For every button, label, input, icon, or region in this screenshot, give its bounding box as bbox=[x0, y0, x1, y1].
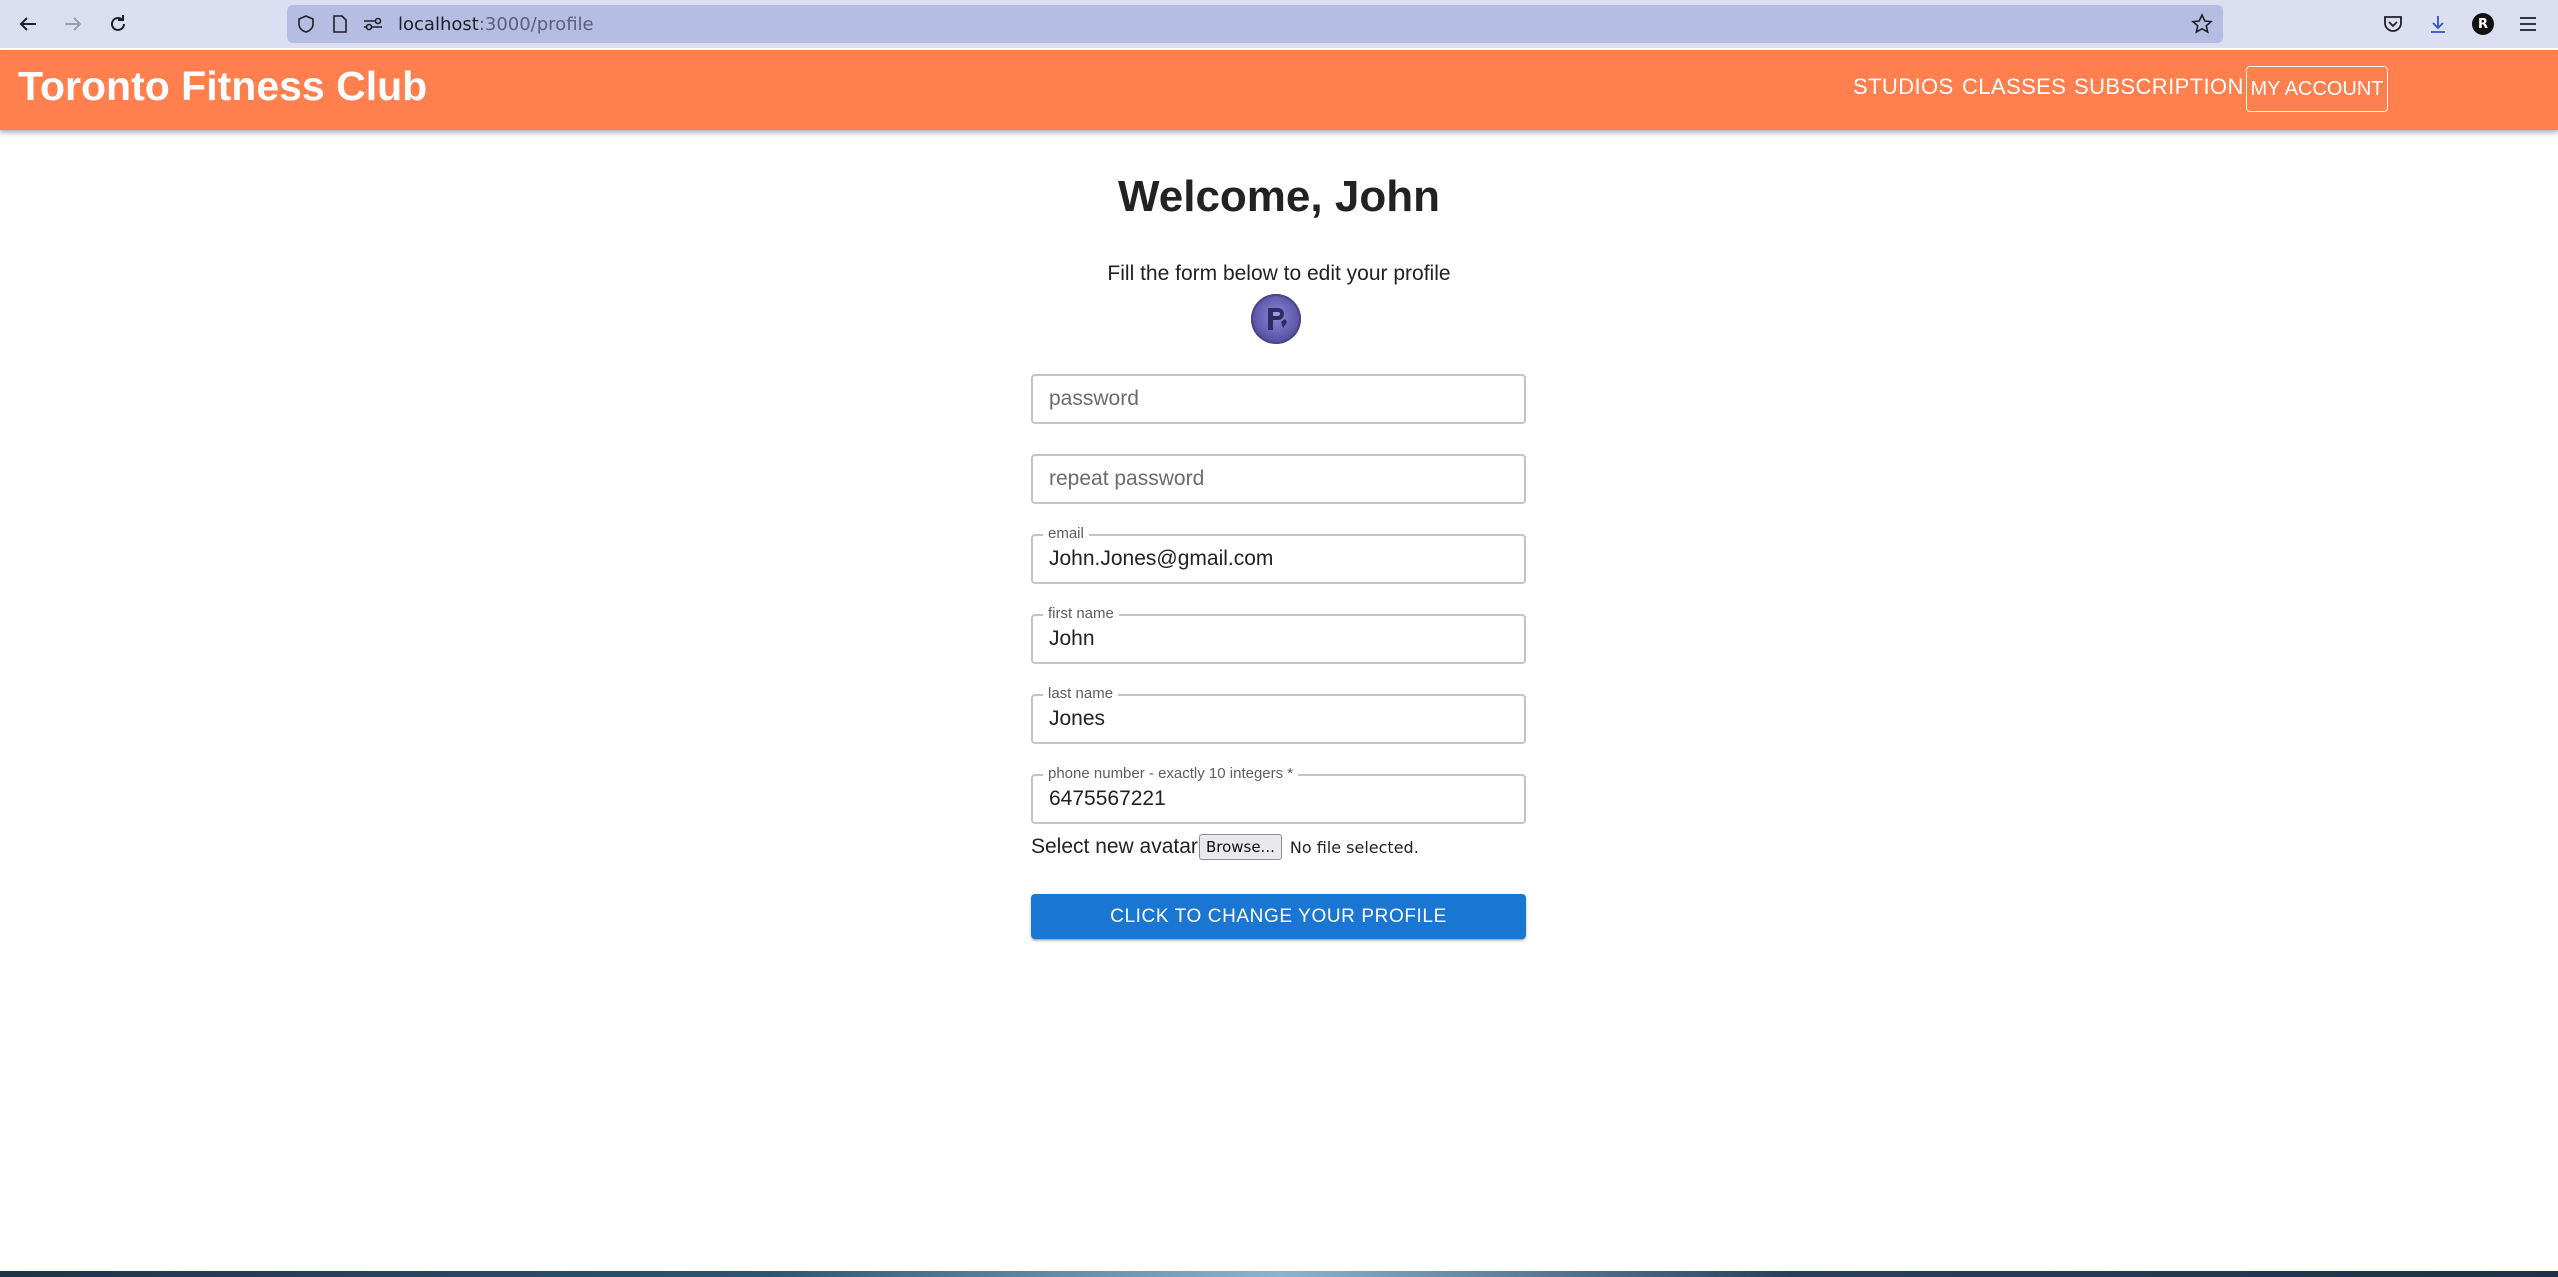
page-subtitle: Fill the form below to edit your profile bbox=[1107, 262, 1451, 285]
last-name-input[interactable] bbox=[1033, 696, 1524, 742]
password-input[interactable] bbox=[1033, 376, 1524, 422]
page-title: Welcome, John bbox=[1118, 172, 1440, 221]
app-header: Toronto Fitness Club STUDIOS CLASSES SUB… bbox=[0, 50, 2558, 130]
avatar-upload-label: Select new avatar bbox=[1031, 835, 1198, 858]
password-field[interactable] bbox=[1031, 374, 1526, 424]
page-icon[interactable] bbox=[329, 13, 351, 35]
pocket-icon[interactable] bbox=[2380, 11, 2406, 37]
address-bar[interactable]: localhost:3000/profile bbox=[287, 5, 2223, 43]
browse-button[interactable]: Browse... bbox=[1198, 834, 1282, 860]
avatar-upload: Select new avatar Browse... No file sele… bbox=[1031, 833, 1419, 861]
shield-icon[interactable] bbox=[295, 13, 317, 35]
browser-toolbar: localhost:3000/profile R bbox=[0, 0, 2558, 48]
url-text[interactable]: localhost:3000/profile bbox=[398, 14, 594, 35]
avatar bbox=[1251, 294, 1301, 344]
first-name-input[interactable] bbox=[1033, 616, 1524, 662]
download-icon[interactable] bbox=[2425, 11, 2451, 37]
avatar-image bbox=[1268, 308, 1287, 330]
back-arrow-icon[interactable] bbox=[12, 8, 44, 40]
nav-studios[interactable]: STUDIOS bbox=[1853, 74, 1954, 100]
nav-subscription[interactable]: SUBSCRIPTION bbox=[2074, 74, 2244, 100]
repeat-password-field[interactable] bbox=[1031, 454, 1526, 504]
permissions-icon[interactable] bbox=[362, 13, 384, 35]
email-field[interactable]: email bbox=[1031, 525, 1526, 584]
last-name-field[interactable]: last name bbox=[1031, 685, 1526, 744]
brand-title[interactable]: Toronto Fitness Club bbox=[18, 63, 427, 110]
file-status: No file selected. bbox=[1289, 837, 1419, 857]
nav-classes[interactable]: CLASSES bbox=[1962, 74, 2066, 100]
change-profile-button[interactable]: CLICK TO CHANGE YOUR PROFILE bbox=[1031, 894, 1526, 939]
my-account-button[interactable]: MY ACCOUNT bbox=[2246, 66, 2388, 112]
forward-arrow-icon[interactable] bbox=[57, 8, 89, 40]
taskbar-edge bbox=[0, 1271, 2558, 1277]
phone-input[interactable] bbox=[1033, 776, 1524, 822]
star-icon[interactable] bbox=[2191, 13, 2213, 35]
phone-field[interactable]: phone number - exactly 10 integers * bbox=[1031, 765, 1526, 824]
reload-icon[interactable] bbox=[102, 8, 134, 40]
profile-avatar[interactable]: R bbox=[2470, 11, 2496, 37]
first-name-field[interactable]: first name bbox=[1031, 605, 1526, 664]
menu-icon[interactable] bbox=[2515, 11, 2541, 37]
email-input[interactable] bbox=[1033, 536, 1524, 582]
repeat-password-input[interactable] bbox=[1033, 456, 1524, 502]
